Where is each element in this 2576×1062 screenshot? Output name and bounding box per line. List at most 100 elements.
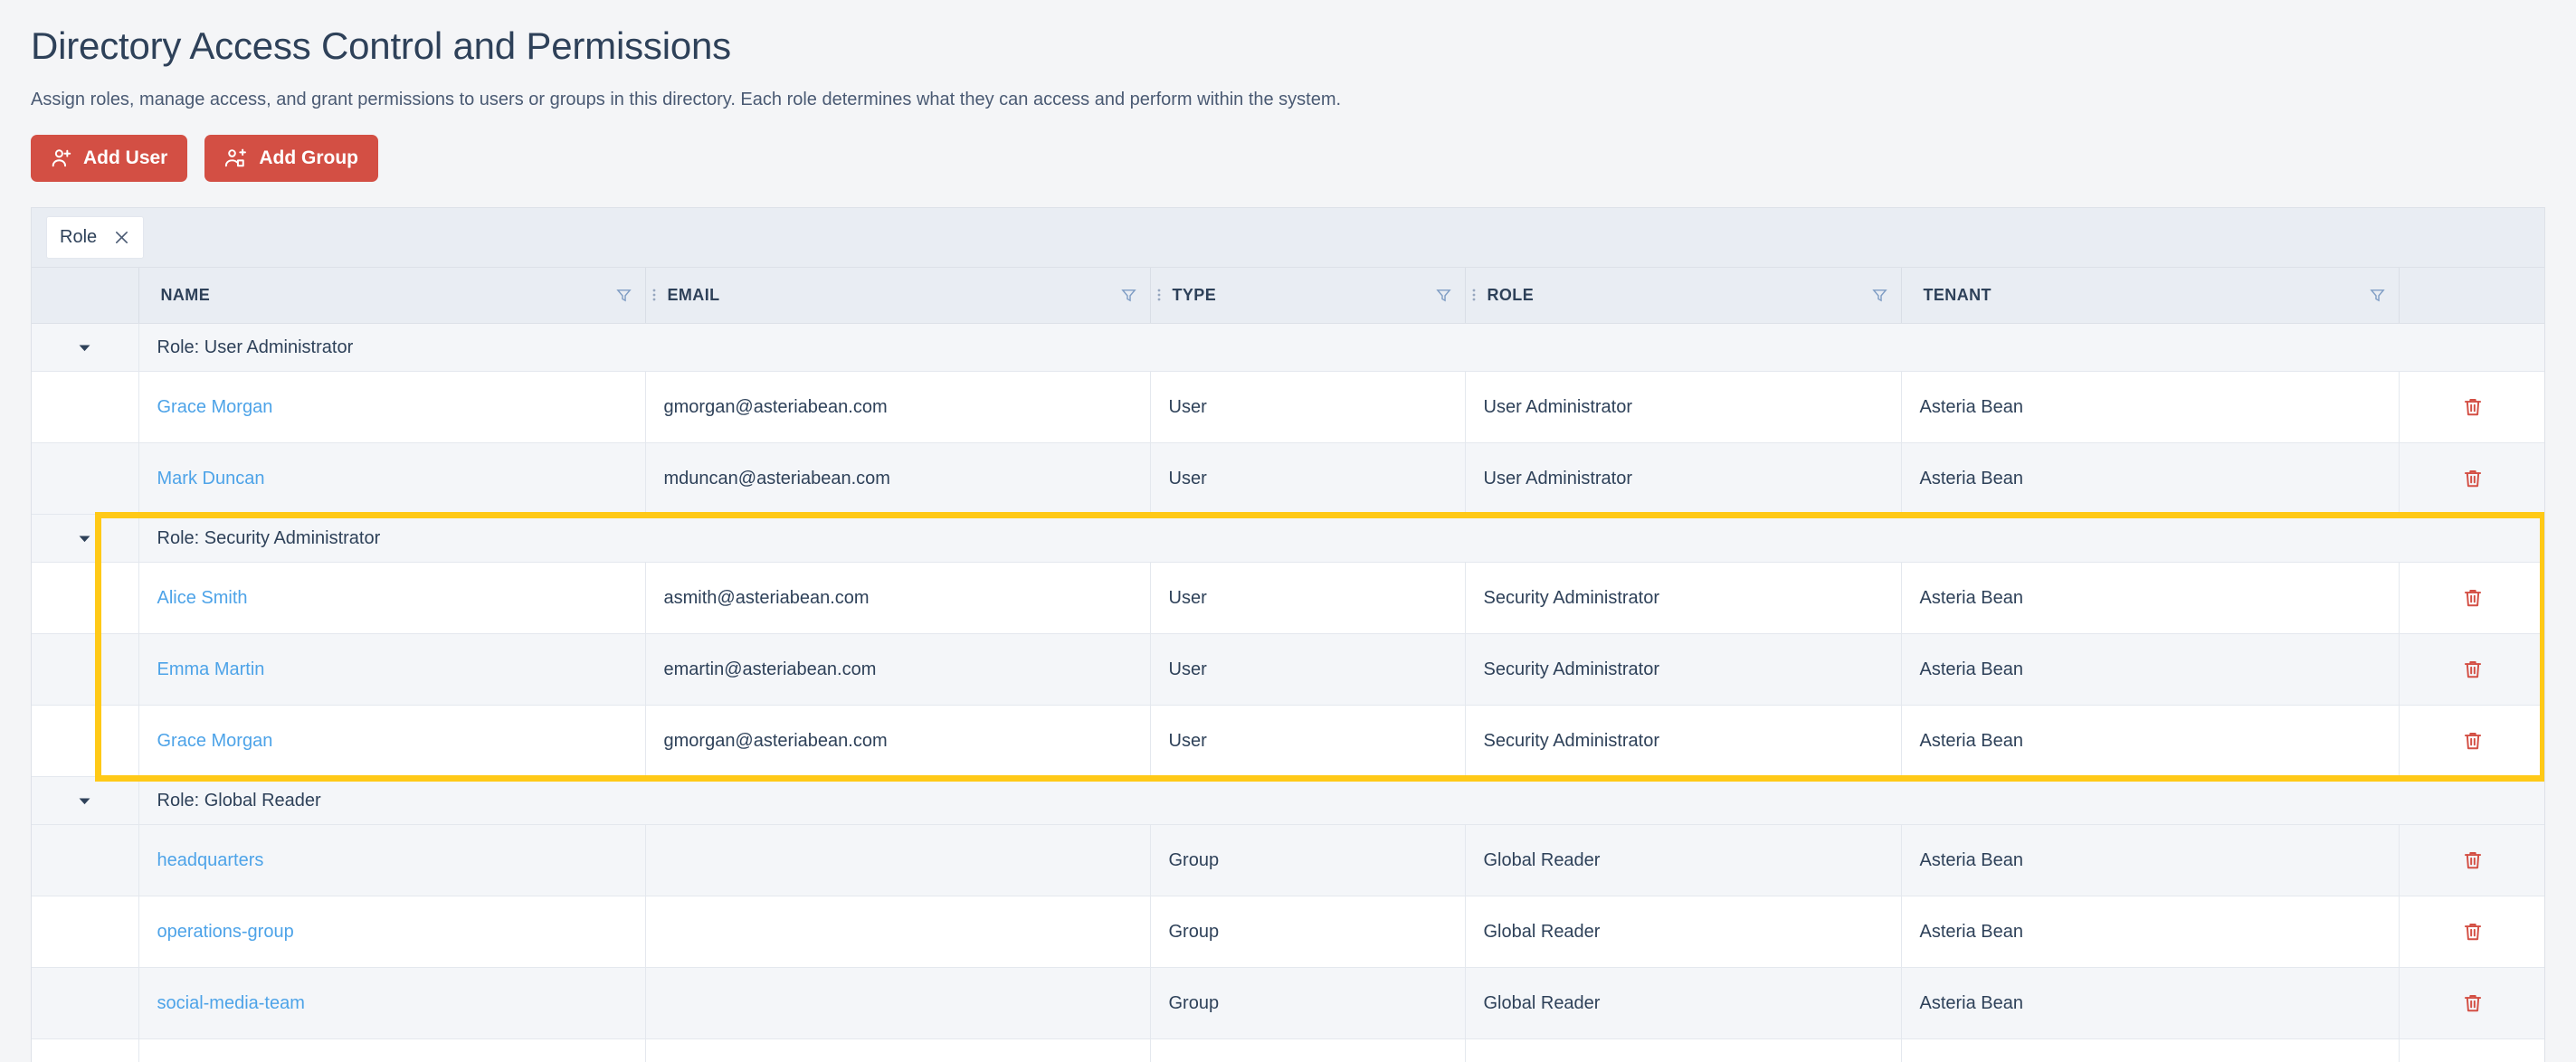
table-row[interactable] — [32, 1038, 2544, 1062]
cell-name: Alice Smith — [138, 562, 646, 635]
add-user-button[interactable]: Add User — [31, 134, 188, 182]
cell-actions — [2399, 371, 2545, 444]
chevron-down-icon[interactable] — [32, 515, 138, 562]
cell-actions — [2399, 967, 2545, 1040]
row-name-link[interactable]: Grace Morgan — [157, 397, 273, 417]
chevron-down-icon[interactable] — [32, 324, 138, 371]
column-grip-type-icon[interactable] — [1151, 286, 1167, 304]
cell-tenant: Asteria Bean — [1901, 967, 2400, 1040]
table-row[interactable]: Grace Morgan gmorgan@asteriabean.com User U… — [32, 371, 2545, 444]
column-header-type[interactable]: TYPE — [1150, 267, 1466, 325]
cell-role — [1465, 1038, 1902, 1062]
close-icon[interactable] — [113, 229, 130, 246]
column-header-name[interactable]: NAME — [138, 267, 646, 325]
data-grid: Role NAME EMAIL TYPE ROLE TENANT Role: U… — [31, 206, 2545, 1062]
group-header-row[interactable]: Role: Global Reader — [32, 776, 2544, 826]
trash-icon[interactable] — [2400, 729, 2545, 753]
row-expand-spacer — [32, 896, 139, 969]
row-expand-spacer — [32, 442, 139, 516]
row-name-link[interactable]: Grace Morgan — [157, 731, 273, 751]
column-grip-role-icon[interactable] — [1466, 286, 1482, 304]
row-name-link[interactable]: social-media-team — [157, 993, 305, 1013]
group-by-chip-role[interactable]: Role — [46, 215, 145, 259]
column-header-tenant[interactable]: TENANT — [1901, 267, 2400, 325]
cell-actions — [2399, 562, 2545, 635]
page-header: Directory Access Control and Permissions… — [0, 0, 2576, 112]
table-row[interactable]: social-media-team Group Global Reader Aster… — [32, 967, 2545, 1040]
user-plus-icon — [51, 147, 73, 169]
table-row[interactable]: headquarters Group Global Reader Asteria Be… — [32, 824, 2545, 897]
filter-icon-type[interactable] — [1435, 287, 1452, 304]
table-row[interactable]: Grace Morgan gmorgan@asteriabean.com User S… — [32, 705, 2545, 778]
cell-role: User Administrator — [1465, 442, 1902, 516]
group-expand-cell[interactable] — [32, 776, 139, 826]
table-head: NAME EMAIL TYPE ROLE TENANT — [32, 267, 2544, 325]
table-row[interactable]: Mark Duncan mduncan@asteriabean.com User Us… — [32, 442, 2545, 516]
row-expand-spacer — [32, 371, 139, 444]
row-expand-spacer — [32, 824, 139, 897]
users-plus-icon — [224, 147, 249, 169]
table-row[interactable]: operations-group Group Global Reader Asteri… — [32, 896, 2545, 969]
row-name-link[interactable]: Mark Duncan — [157, 469, 265, 488]
cell-type: User — [1150, 371, 1466, 444]
table-body: Role: User Administrator Grace Morgan gmor… — [32, 323, 2545, 1062]
trash-icon[interactable] — [2400, 991, 2545, 1015]
column-header-email[interactable]: EMAIL — [645, 267, 1151, 325]
page-title: Directory Access Control and Permissions — [31, 24, 731, 67]
cell-tenant: Asteria Bean — [1901, 896, 2400, 969]
cell-email: asmith@asteriabean.com — [645, 562, 1151, 635]
trash-icon[interactable] — [2400, 586, 2545, 610]
trash-icon[interactable] — [2400, 849, 2545, 872]
cell-email: gmorgan@asteriabean.com — [645, 705, 1151, 778]
table-row[interactable]: Alice Smith asmith@asteriabean.com User Sec… — [32, 562, 2545, 635]
table-row[interactable]: Emma Martin emartin@asteriabean.com User Se… — [32, 633, 2545, 706]
trash-icon[interactable] — [2400, 395, 2545, 419]
add-group-button[interactable]: Add Group — [204, 134, 379, 182]
add-user-label: Add User — [83, 147, 168, 168]
cell-type: User — [1150, 705, 1466, 778]
group-by-panel: Role — [32, 207, 2544, 268]
cell-role: Security Administrator — [1465, 633, 1902, 706]
cell-type: User — [1150, 633, 1466, 706]
row-expand-spacer — [32, 1038, 139, 1062]
action-toolbar: Add User Add Group — [0, 112, 2576, 182]
filter-icon-name[interactable] — [615, 287, 632, 304]
row-expand-spacer — [32, 562, 139, 635]
filter-icon-email[interactable] — [1120, 287, 1137, 304]
cell-tenant: Asteria Bean — [1901, 633, 2400, 706]
table-header-row: NAME EMAIL TYPE ROLE TENANT — [32, 267, 2544, 325]
column-grip-email-icon[interactable] — [646, 286, 662, 304]
filter-icon-role[interactable] — [1871, 287, 1888, 304]
column-header-role-label: ROLE — [1487, 285, 1535, 304]
column-header-name-label: NAME — [160, 285, 211, 304]
row-name-link[interactable]: headquarters — [157, 850, 264, 870]
cell-actions — [2399, 633, 2545, 706]
cell-type: Group — [1150, 824, 1466, 897]
permissions-table: NAME EMAIL TYPE ROLE TENANT Role: User A… — [32, 267, 2545, 1062]
cell-email — [645, 1038, 1151, 1062]
cell-email: mduncan@asteriabean.com — [645, 442, 1151, 516]
chevron-down-icon[interactable] — [32, 777, 138, 824]
cell-name: social-media-team — [138, 967, 646, 1040]
cell-tenant: Asteria Bean — [1901, 371, 2400, 444]
row-name-link[interactable]: operations-group — [157, 922, 294, 942]
column-header-actions — [2399, 267, 2544, 325]
cell-email — [645, 824, 1151, 897]
column-header-tenant-label: TENANT — [1923, 285, 1991, 304]
trash-icon[interactable] — [2400, 658, 2545, 681]
group-header-row[interactable]: Role: User Administrator — [32, 323, 2544, 373]
trash-icon[interactable] — [2400, 467, 2545, 490]
cell-tenant: Asteria Bean — [1901, 824, 2400, 897]
group-label: Role: Global Reader — [138, 776, 2544, 826]
trash-icon[interactable] — [2400, 920, 2545, 943]
row-expand-spacer — [32, 705, 139, 778]
cell-name: operations-group — [138, 896, 646, 969]
column-header-role[interactable]: ROLE — [1465, 267, 1902, 325]
group-header-row[interactable]: Role: Security Administrator — [32, 514, 2544, 564]
row-name-link[interactable]: Emma Martin — [157, 659, 265, 679]
group-expand-cell[interactable] — [32, 323, 139, 373]
group-expand-cell[interactable] — [32, 514, 139, 564]
row-name-link[interactable]: Alice Smith — [157, 588, 248, 608]
cell-tenant: Asteria Bean — [1901, 705, 2400, 778]
filter-icon-tenant[interactable] — [2369, 287, 2386, 304]
